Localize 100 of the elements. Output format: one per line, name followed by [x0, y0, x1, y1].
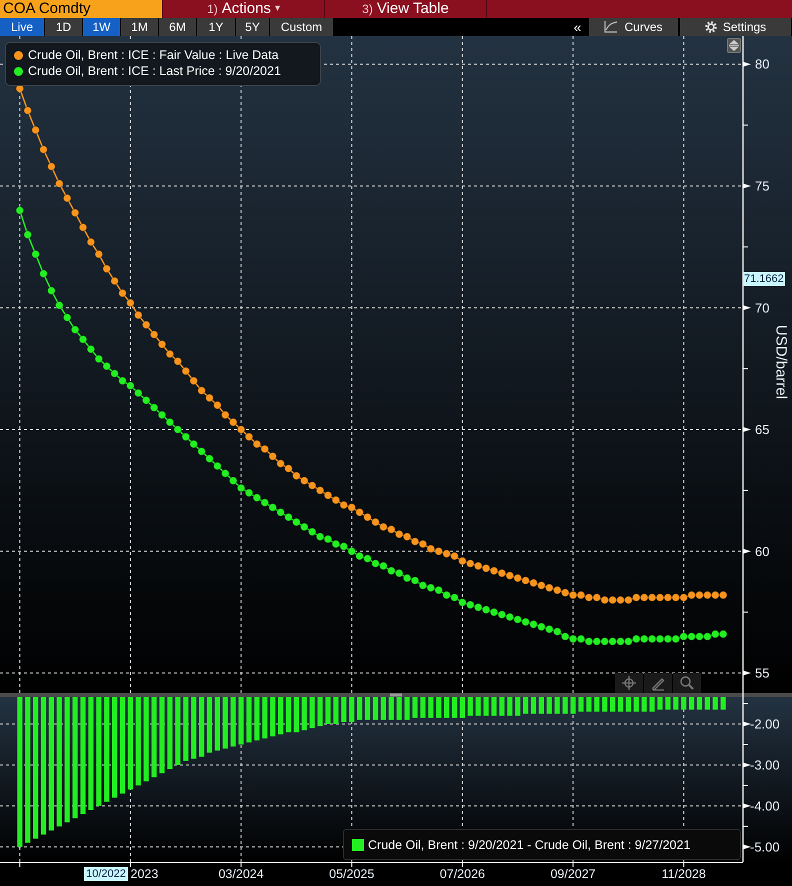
- spread-bar: [562, 697, 568, 714]
- spread-bar: [554, 697, 560, 714]
- spread-bar: [436, 697, 442, 718]
- axis-label: 75: [755, 178, 770, 194]
- spread-bar: [246, 697, 252, 742]
- spread-bar: [294, 697, 299, 732]
- spread-bar: [634, 697, 639, 712]
- spread-bar: [610, 697, 616, 712]
- spread-bar: [507, 697, 512, 716]
- legend-label: Crude Oil, Brent : ICE : Last Price : 9/20/2021: [28, 64, 281, 78]
- spread-bar: [183, 697, 188, 761]
- axis-label: 2023: [130, 867, 158, 881]
- spread-bar: [214, 697, 220, 751]
- curve-chart-icon: [604, 21, 618, 33]
- range-tab[interactable]: 1W: [83, 18, 121, 36]
- spread-bar: [499, 697, 504, 716]
- crosshair-icon: [621, 675, 637, 691]
- spread-bar: [689, 697, 694, 710]
- axis-title: USD/barrel: [772, 324, 790, 400]
- curves-button[interactable]: Curves: [588, 18, 679, 36]
- axis-label: 07/2026: [440, 867, 485, 881]
- spread-bar: [720, 697, 726, 710]
- spread-bar: [618, 697, 624, 712]
- spread-bar: [286, 697, 292, 732]
- spread-bar: [262, 697, 268, 738]
- spread-bar: [206, 697, 212, 753]
- spread-bar: [578, 697, 584, 712]
- spread-bar: [460, 697, 465, 718]
- settings-icon: [704, 21, 717, 33]
- spread-bar: [468, 697, 473, 716]
- spread-bar: [444, 697, 450, 718]
- range-tab[interactable]: 1Y: [197, 18, 236, 36]
- pencil-button[interactable]: [644, 673, 672, 693]
- spread-bar: [420, 697, 426, 718]
- spread-bar: [594, 697, 600, 712]
- axis-label: 09/2027: [550, 867, 596, 881]
- range-tab[interactable]: 1D: [45, 18, 83, 36]
- spread-bar: [657, 697, 663, 710]
- spread-bar: [650, 697, 655, 712]
- spread-bar: [341, 697, 346, 722]
- spread-bar: [230, 697, 236, 746]
- range-tab[interactable]: 5Y: [236, 18, 270, 36]
- range-tab[interactable]: Custom: [270, 18, 334, 36]
- spread-bar: [222, 697, 228, 749]
- spread-bar: [191, 697, 196, 759]
- spread-bar: [364, 697, 370, 720]
- spread-bar: [712, 697, 718, 710]
- spread-bar: [476, 697, 481, 716]
- range-tab[interactable]: 1M: [121, 18, 159, 36]
- spread-bar: [515, 697, 520, 716]
- spread-bar: [673, 697, 678, 710]
- axis-label: -5.00: [750, 839, 780, 854]
- spread-bar: [325, 697, 331, 724]
- up-down-arrows-icon: [729, 40, 739, 51]
- cursor-value-label: 71.1662: [743, 272, 785, 286]
- range-tab[interactable]: Live: [0, 18, 45, 36]
- axis-label: 65: [755, 422, 770, 438]
- spread-bar: [546, 697, 552, 714]
- spread-bar: [681, 697, 686, 710]
- search-icon: [679, 675, 695, 691]
- spread-bar: [523, 697, 528, 714]
- axis-label: 80: [755, 56, 770, 72]
- spread-bar: [626, 697, 631, 712]
- axis-label: -3.00: [750, 757, 780, 772]
- splitter-handle[interactable]: [390, 694, 402, 696]
- axis-label: 11/2028: [662, 867, 706, 881]
- spread-bar: [254, 697, 260, 740]
- scroll-button[interactable]: [727, 38, 741, 53]
- spread-bar: [380, 697, 386, 720]
- crosshair-button[interactable]: [615, 673, 643, 693]
- spread-bar: [602, 697, 608, 712]
- spread-bar: [349, 697, 354, 722]
- spread-bar: [270, 697, 276, 736]
- spread-bar: [404, 697, 410, 720]
- spread-bar: [302, 697, 307, 730]
- spread-bar: [491, 697, 497, 716]
- legend-label: Crude Oil, Brent : ICE : Fair Value : Live Data: [28, 48, 279, 62]
- axis-label: 55: [755, 666, 770, 681]
- spread-bar: [388, 697, 394, 720]
- spread-bar: [570, 697, 576, 714]
- spread-bar: [452, 697, 458, 718]
- spread-bar: [318, 697, 323, 726]
- zoom-button[interactable]: [673, 673, 701, 693]
- axis-label: 05/2025: [329, 867, 374, 881]
- spread-bar: [372, 697, 378, 720]
- spread-bar: [704, 697, 710, 710]
- spread-bar: [412, 697, 418, 718]
- security-title: COA Comdty: [0, 0, 162, 18]
- spread-bar: [665, 697, 670, 710]
- spread-bar: [642, 697, 647, 712]
- spread-bar: [199, 697, 204, 757]
- spread-bar: [530, 697, 536, 714]
- axis-label: 70: [755, 300, 770, 316]
- settings-button[interactable]: Settings: [679, 18, 792, 36]
- range-tab[interactable]: 6M: [159, 18, 197, 36]
- spread-bar: [175, 697, 180, 765]
- spread-bar: [696, 697, 702, 710]
- spread-bar: [333, 697, 338, 724]
- spread-bar: [310, 697, 315, 728]
- axis-label: 03/2024: [218, 867, 264, 881]
